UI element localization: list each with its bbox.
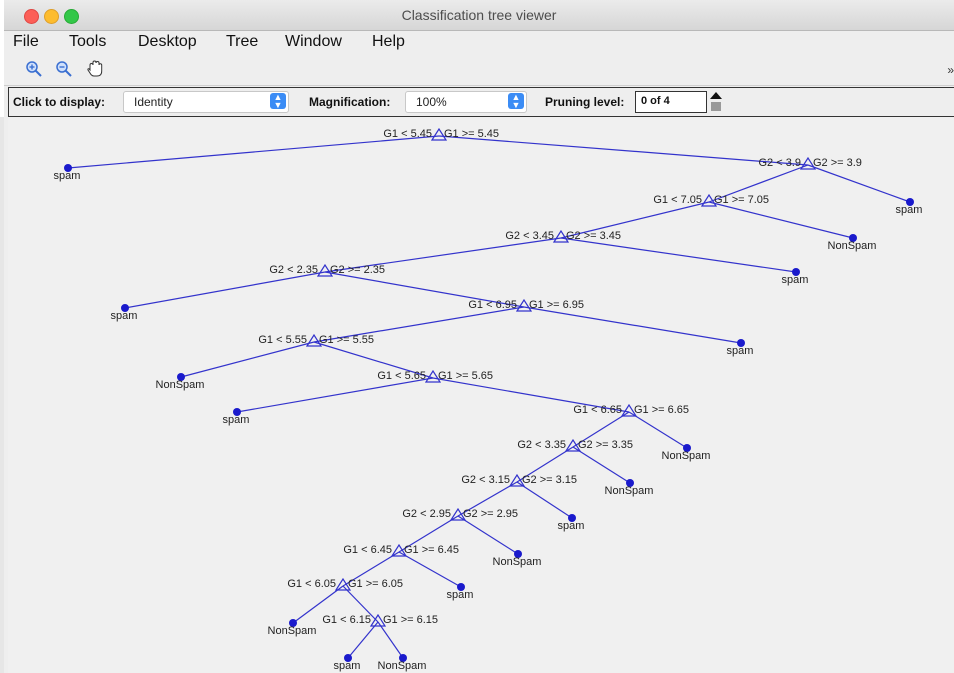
toolbar-overflow-icon[interactable]: » <box>947 63 954 77</box>
tree-edge <box>438 135 809 166</box>
split-rule-right: G1 >= 5.55 <box>319 334 374 346</box>
menu-tree[interactable]: Tree <box>226 33 258 51</box>
split-rule-left: G1 < 5.55 <box>258 334 307 346</box>
leaf-label: spam <box>223 414 250 426</box>
split-rule-left: G2 < 3.15 <box>461 474 510 486</box>
tree-edge <box>377 621 404 659</box>
tree-edge <box>457 515 519 555</box>
pruning-level-value: 0 of 4 <box>641 95 670 107</box>
leaf-label: spam <box>558 520 585 532</box>
split-rule-left: G1 < 6.15 <box>322 614 371 626</box>
tree-edge <box>572 446 631 484</box>
split-rule-left: G1 < 6.05 <box>287 578 336 590</box>
split-rule-left: G2 < 2.35 <box>269 264 318 276</box>
split-rule-right: G2 >= 3.15 <box>522 474 577 486</box>
magnification-value: 100% <box>416 95 447 109</box>
split-rule-left: G1 < 7.05 <box>653 194 702 206</box>
split-rule-left: G1 < 5.45 <box>383 128 432 140</box>
toolbar: » <box>4 55 954 86</box>
leaf-label: spam <box>334 660 361 672</box>
menu-desktop[interactable]: Desktop <box>138 33 197 51</box>
leaf-label: spam <box>896 204 923 216</box>
split-rule-left: G2 < 3.35 <box>517 439 566 451</box>
split-rule-left: G2 < 3.9 <box>758 157 801 169</box>
leaf-label: spam <box>111 310 138 322</box>
split-rule-left: G2 < 2.95 <box>402 508 451 520</box>
title-bar: Classification tree viewer <box>4 0 954 31</box>
leaf-label: spam <box>727 345 754 357</box>
tree-edge <box>67 135 440 169</box>
tree-edge <box>523 306 742 344</box>
leaf-label: NonSpam <box>662 450 711 462</box>
display-controls-bar: Click to display: Identity ▲ ▼ Magnificat… <box>8 87 954 117</box>
menu-window[interactable]: Window <box>285 33 342 51</box>
magnification-select[interactable]: 100% ▲ ▼ <box>405 91 527 113</box>
tree-viewer-window: Classification tree viewer File Tools De… <box>4 0 954 673</box>
magnification-label: Magnification: <box>309 95 391 109</box>
tree-edge <box>347 621 379 659</box>
split-rule-right: G1 >= 6.45 <box>404 544 459 556</box>
split-rule-left: G1 < 6.45 <box>343 544 392 556</box>
split-rule-left: G1 < 6.95 <box>468 299 517 311</box>
zoom-in-icon[interactable] <box>24 60 44 80</box>
leaf-label: NonSpam <box>828 240 877 252</box>
window-left-edge <box>0 117 4 673</box>
leaf-label: NonSpam <box>493 556 542 568</box>
menu-file[interactable]: File <box>13 33 39 51</box>
split-rule-right: G1 >= 5.45 <box>444 128 499 140</box>
split-rule-left: G1 < 5.65 <box>377 370 426 382</box>
classification-tree-diagram: G1 < 5.45 G1 >= 5.45 spam G2 < 3.9 G2 >= 3.9… <box>54 127 923 672</box>
click-to-display-select[interactable]: Identity ▲ ▼ <box>123 91 289 113</box>
split-rule-right: G1 >= 5.65 <box>438 370 493 382</box>
split-rule-right: G2 >= 3.9 <box>813 157 862 169</box>
split-rule-left: G1 < 6.65 <box>573 404 622 416</box>
leaf-label: spam <box>447 589 474 601</box>
tree-edge <box>236 377 434 413</box>
zoom-out-icon[interactable] <box>54 60 74 80</box>
tree-edge <box>124 271 326 309</box>
leaf-label: NonSpam <box>156 379 205 391</box>
pruning-level-label: Pruning level: <box>545 95 625 109</box>
leaf-label: NonSpam <box>605 485 654 497</box>
leaf-label: spam <box>782 274 809 286</box>
tree-edge <box>807 164 911 203</box>
split-rule-right: G2 >= 3.45 <box>566 230 621 242</box>
tree-edge <box>398 551 462 588</box>
tree-edge <box>560 237 797 273</box>
split-rule-left: G2 < 3.45 <box>505 230 554 242</box>
window-title: Classification tree viewer <box>401 7 557 23</box>
split-rule-right: G1 >= 6.15 <box>383 614 438 626</box>
split-rule-right: G2 >= 2.95 <box>463 508 518 520</box>
split-rule-right: G1 >= 6.65 <box>634 404 689 416</box>
split-rule-right: G1 >= 7.05 <box>714 194 769 206</box>
tree-edge <box>516 481 573 519</box>
click-to-display-value: Identity <box>134 95 173 109</box>
pruning-level-field[interactable]: 0 of 4 <box>635 91 707 113</box>
split-rule-right: G2 >= 3.35 <box>578 439 633 451</box>
pan-hand-icon[interactable] <box>86 60 106 80</box>
leaf-label: spam <box>54 170 81 182</box>
click-to-display-label: Click to display: <box>13 95 106 109</box>
menu-tools[interactable]: Tools <box>69 33 106 51</box>
split-rule-right: G1 >= 6.95 <box>529 299 584 311</box>
tree-edge <box>180 341 315 378</box>
split-rule-right: G2 >= 2.35 <box>330 264 385 276</box>
leaf-label: NonSpam <box>378 660 427 672</box>
leaf-label: NonSpam <box>268 625 317 637</box>
menu-help[interactable]: Help <box>372 33 405 51</box>
tree-edge <box>628 411 688 449</box>
split-rule-right: G1 >= 6.05 <box>348 578 403 590</box>
chevron-updown-icon: ▲ ▼ <box>270 93 286 110</box>
pruning-spinner-icon[interactable] <box>709 90 723 112</box>
menu-bar: File Tools Desktop Tree Window Help <box>4 31 954 55</box>
tree-canvas[interactable]: G1 < 5.45 G1 >= 5.45 spam G2 < 3.9 G2 >= 3.9… <box>8 117 954 673</box>
tree-edge <box>708 201 854 239</box>
chevron-updown-icon: ▲ ▼ <box>508 93 524 110</box>
